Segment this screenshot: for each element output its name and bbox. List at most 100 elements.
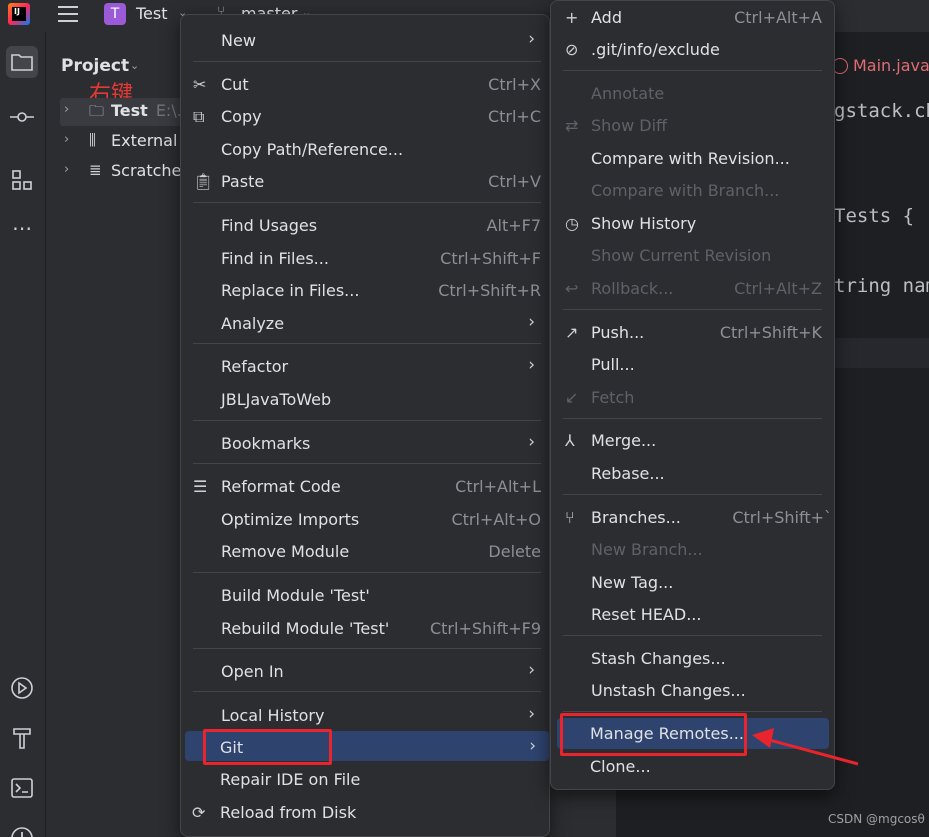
menu-item-rebase[interactable]: Rebase...	[551, 459, 834, 489]
menu-item-fetch: ↙ Fetch	[565, 388, 635, 407]
terminal-icon[interactable]	[6, 772, 38, 804]
chevron-right-icon: ›	[528, 355, 535, 375]
rollback-icon: ↩	[565, 279, 579, 298]
menu-item-show-history[interactable]: ◷ Show History	[551, 209, 834, 239]
menu-item-unstash-changes[interactable]: Unstash Changes...	[551, 676, 834, 706]
ignore-icon: ⊘	[565, 40, 579, 59]
chevron-right-icon: ›	[528, 312, 535, 332]
menu-item-new-tag[interactable]: New Tag...	[551, 568, 834, 598]
code-line: gstack.ch	[834, 100, 929, 122]
code-line: tring nam	[834, 275, 929, 297]
menu-item-optimize-imports[interactable]: Optimize Imports Ctrl+Alt+O	[181, 505, 549, 535]
menu-separator	[193, 691, 541, 692]
build-hammer-icon[interactable]	[6, 722, 38, 754]
code-line: Tests {	[834, 205, 915, 227]
copy-icon: ⧉	[193, 107, 205, 126]
diff-icon: ⇄	[565, 116, 579, 135]
project-badge[interactable]: T	[104, 3, 126, 25]
menu-item-replace-in-files[interactable]: Replace in Files... Ctrl+Shift+R	[181, 276, 549, 306]
tool-window-strip: ⋯	[0, 32, 46, 837]
chevron-right-icon[interactable]: ›	[64, 132, 69, 147]
menu-item-copy[interactable]: ⧉ Copy Ctrl+C	[181, 102, 549, 132]
menu-separator	[193, 61, 541, 62]
menu-item-bookmarks[interactable]: Bookmarks ›	[181, 429, 549, 459]
project-switcher-label[interactable]: Test	[136, 4, 168, 23]
project-panel-title[interactable]: Project	[61, 56, 129, 76]
chevron-right-icon: ›	[529, 736, 536, 756]
menu-item-reload-from-disk[interactable]: ⟳ Reload from Disk	[180, 798, 550, 828]
menu-separator	[193, 572, 541, 573]
menu-item-cut[interactable]: ✂ Cut Ctrl+X	[181, 70, 549, 100]
problems-icon[interactable]	[6, 822, 38, 837]
menu-item-merge[interactable]: ⅄ Merge...	[551, 426, 834, 456]
chevron-down-icon[interactable]: ⌄	[130, 59, 139, 72]
caret-line	[830, 338, 929, 368]
commit-icon[interactable]	[6, 100, 38, 132]
menu-item-remove-module[interactable]: Remove Module Delete	[181, 537, 549, 567]
menu-item-push[interactable]: ↗ Push... Ctrl+Shift+K	[551, 318, 834, 348]
chevron-right-icon[interactable]: ›	[64, 102, 69, 117]
project-folder-icon[interactable]	[6, 46, 38, 78]
menu-separator	[563, 711, 822, 712]
menu-separator	[563, 309, 822, 310]
menu-item-reformat-code[interactable]: ☰ Reformat Code Ctrl+Alt+L	[181, 472, 549, 502]
menu-separator	[563, 70, 822, 71]
menu-separator	[563, 635, 822, 636]
reformat-icon: ☰	[193, 477, 208, 496]
context-menu: New › ✂ Cut Ctrl+X ⧉ Copy Ctrl+C Copy Path/Re…	[180, 14, 550, 837]
menu-item-git-exclude[interactable]: ⊘ .git/info/exclude	[551, 35, 834, 65]
menu-item-refactor[interactable]: Refactor ›	[181, 352, 549, 382]
menu-separator	[563, 418, 822, 419]
structure-icon[interactable]	[6, 164, 38, 196]
run-icon[interactable]	[6, 672, 38, 704]
menu-item-compare-branch: Compare with Branch...	[591, 181, 780, 200]
plus-icon: +	[565, 8, 579, 27]
menu-item-pull[interactable]: Pull...	[551, 350, 834, 380]
menu-separator	[193, 463, 541, 464]
scissors-icon: ✂	[193, 75, 207, 94]
menu-separator	[193, 202, 541, 203]
watermark: CSDN @mgcosθ	[828, 812, 925, 826]
menu-item-reset-head[interactable]: Reset HEAD...	[551, 600, 834, 630]
chevron-right-icon: ›	[528, 660, 535, 680]
clipboard-icon: 📋︎	[193, 172, 214, 191]
menu-item-build-module[interactable]: Build Module 'Test'	[181, 581, 549, 611]
branch-icon: ⑂	[565, 508, 575, 527]
menu-item-jbljavatoweb[interactable]: JBLJavaToWeb	[181, 385, 549, 415]
annotation-box-manage-remotes	[560, 713, 747, 756]
merge-icon: ⅄	[565, 431, 575, 450]
reload-icon: ⟳	[192, 803, 206, 822]
menu-item-copy-path[interactable]: Copy Path/Reference...	[181, 135, 549, 165]
menu-item-find-in-files[interactable]: Find in Files... Ctrl+Shift+F	[181, 244, 549, 274]
menu-separator	[563, 494, 822, 495]
menu-item-stash-changes[interactable]: Stash Changes...	[551, 644, 834, 674]
menu-item-find-usages[interactable]: Find Usages Alt+F7	[181, 211, 549, 241]
annotation-arrow	[752, 728, 859, 766]
menu-item-new[interactable]: New ›	[181, 26, 549, 56]
intellij-logo-icon[interactable]: IJ	[8, 3, 30, 25]
clock-icon: ◷	[565, 214, 579, 233]
menu-item-rollback: ↩ Rollback... Ctrl+Alt+Z	[565, 279, 822, 298]
menu-item-annotate: Annotate	[591, 84, 665, 103]
menu-item-analyze[interactable]: Analyze ›	[181, 309, 549, 339]
chevron-right-icon[interactable]: ›	[64, 162, 69, 177]
menu-item-repair-ide[interactable]: Repair IDE on File	[180, 765, 550, 795]
menu-item-show-current-revision: Show Current Revision	[591, 246, 772, 265]
module-folder-icon: 🗀	[89, 102, 105, 120]
more-tools-icon[interactable]: ⋯	[6, 212, 38, 244]
annotation-box-git	[203, 729, 332, 765]
menu-item-branches[interactable]: ⑂ Branches... Ctrl+Shift+`	[551, 503, 834, 533]
chevron-right-icon: ›	[528, 432, 535, 452]
main-menu-icon[interactable]	[58, 4, 80, 24]
editor-tab-main-java[interactable]: Main.java	[853, 56, 929, 75]
menu-item-local-history[interactable]: Local History ›	[181, 701, 549, 731]
scratches-icon: ≣	[89, 161, 102, 179]
menu-item-open-in[interactable]: Open In ›	[181, 657, 549, 687]
git-submenu: + Add Ctrl+Alt+A ⊘ .git/info/exclude Annota…	[550, 0, 835, 790]
menu-item-compare-revision[interactable]: Compare with Revision...	[551, 144, 834, 174]
menu-item-paste[interactable]: 📋︎ Paste Ctrl+V	[181, 167, 549, 197]
arrow-up-right-icon: ↗	[565, 323, 579, 342]
menu-item-rebuild-module[interactable]: Rebuild Module 'Test' Ctrl+Shift+F9	[181, 614, 549, 644]
menu-item-add[interactable]: + Add Ctrl+Alt+A	[551, 3, 834, 33]
chevron-right-icon: ›	[528, 29, 535, 49]
